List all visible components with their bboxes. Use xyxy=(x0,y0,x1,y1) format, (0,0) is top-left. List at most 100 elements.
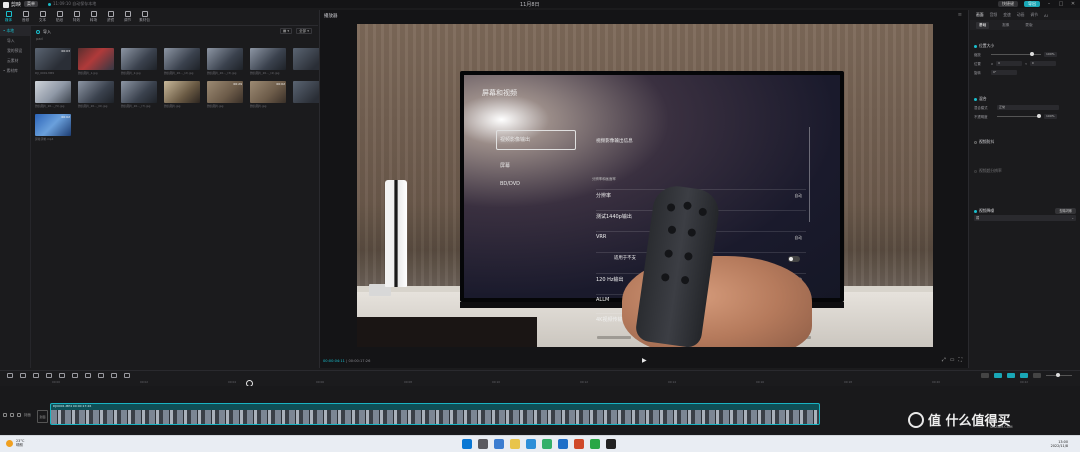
player-menu-icon[interactable]: ≡ xyxy=(958,12,962,18)
file-explorer-icon[interactable] xyxy=(510,439,520,449)
media-clip[interactable]: 00:29 微信图片.jpg xyxy=(207,81,243,108)
properties-subtab[interactable]: 蒙版 xyxy=(1022,22,1035,29)
checkbox-icon[interactable] xyxy=(974,169,977,173)
slider-knob[interactable] xyxy=(1030,52,1035,56)
tab-audio[interactable]: 音频 xyxy=(17,8,34,26)
undo-icon[interactable] xyxy=(20,373,26,378)
capcut-taskbar-icon[interactable] xyxy=(606,439,616,449)
position-y-field[interactable]: 0 xyxy=(1029,61,1056,66)
media-clip[interactable]: 00:02 屏幕录制.mp4 xyxy=(35,114,71,141)
chrome-icon[interactable] xyxy=(542,439,552,449)
section-title[interactable]: 视频超分辨率 xyxy=(970,167,1080,175)
visibility-icon[interactable] xyxy=(10,412,14,417)
link-icon[interactable] xyxy=(994,373,1002,378)
properties-tab[interactable]: 动画 xyxy=(1017,12,1025,18)
filter-dropdown[interactable]: 全部 ▾ xyxy=(296,28,312,34)
media-clip[interactable]: 微信图片_20..._(3).jpg xyxy=(207,48,243,75)
tab-sticker[interactable]: 贴纸 xyxy=(51,8,68,26)
crop-tool-icon[interactable] xyxy=(124,373,130,378)
view-toggle-button[interactable]: ▦ ▾ xyxy=(279,28,293,34)
close-icon[interactable]: ✕ xyxy=(1070,1,1076,7)
media-clip[interactable]: 00:03 DJI_0001.MP4 xyxy=(35,48,71,75)
lock-icon[interactable] xyxy=(3,412,7,417)
wechat-icon[interactable] xyxy=(590,439,600,449)
tab-text[interactable]: 文本 xyxy=(34,8,51,26)
minimize-icon[interactable]: – xyxy=(1046,1,1052,7)
select-tool-icon[interactable] xyxy=(7,373,13,378)
rotate-field[interactable]: 0° xyxy=(991,70,1017,75)
media-clip[interactable]: 微信图片_20..._(6).jpg xyxy=(78,81,114,108)
sidebar-item[interactable]: 云素材 xyxy=(0,56,30,66)
office-icon[interactable] xyxy=(574,439,584,449)
section-title[interactable]: 视频降噪 去除闪烁 xyxy=(970,207,1080,215)
media-clip[interactable]: 微信图片_20..._(4).jpg xyxy=(250,48,286,75)
media-clip[interactable]: 微信图片_1.jpg xyxy=(78,48,114,75)
fullscreen-icon[interactable]: ⛶ xyxy=(958,357,962,363)
import-header[interactable]: 导入 xyxy=(32,26,318,37)
zoom-out-icon[interactable] xyxy=(1033,373,1041,378)
media-clip[interactable]: 微信图片.jpg xyxy=(164,81,200,108)
play-button[interactable]: ▶ xyxy=(642,357,647,364)
tab-media[interactable]: 媒体 xyxy=(0,8,17,26)
zoom-slider[interactable] xyxy=(1046,373,1072,377)
properties-subtab[interactable]: 基础 xyxy=(976,21,990,29)
shortcut-button[interactable]: 快捷键 xyxy=(998,1,1018,7)
reverse-icon[interactable] xyxy=(85,373,91,378)
split-icon[interactable] xyxy=(46,373,52,378)
section-toggle-icon[interactable] xyxy=(974,209,977,213)
properties-tab[interactable]: 调节 xyxy=(1030,12,1038,18)
tab-filter[interactable]: 滤镜 xyxy=(102,8,119,26)
properties-tab[interactable]: 变速 xyxy=(1003,12,1011,18)
crop-icon[interactable]: ⤢ xyxy=(942,357,946,363)
edge-icon[interactable] xyxy=(526,439,536,449)
menu-button[interactable]: 菜单 xyxy=(24,1,38,7)
video-clip[interactable]: DJI0001.MP4 00:00:17:26 xyxy=(50,403,820,425)
media-clip[interactable]: 微信图片_20..._(5).jpg xyxy=(35,81,71,108)
ratio-icon[interactable]: ▭ xyxy=(950,357,955,363)
scale-value[interactable]: 100% xyxy=(1044,52,1057,57)
opacity-slider[interactable] xyxy=(997,114,1041,118)
redo-icon[interactable] xyxy=(33,373,39,378)
blend-mode-select[interactable]: 正常 xyxy=(997,105,1059,110)
cover-button[interactable]: 封面 xyxy=(37,410,48,423)
media-clip[interactable]: 微信图片_20..._(2).jpg xyxy=(164,48,200,75)
tab-transition[interactable]: 转场 xyxy=(85,8,102,26)
denoise-level-select[interactable]: 弱 ⌄ xyxy=(974,215,1076,221)
sidebar-item[interactable]: 我的预设 xyxy=(0,46,30,56)
sidebar-item[interactable]: • 素材库 xyxy=(0,66,30,76)
media-clip[interactable]: 微信图片_20..._(7).jpg xyxy=(121,81,157,108)
section-title[interactable]: 位置大小 xyxy=(970,42,1080,50)
export-button[interactable]: 导出 xyxy=(1024,1,1040,7)
tab-effects[interactable]: 特效 xyxy=(68,8,85,26)
section-title[interactable]: 混合 xyxy=(970,95,1080,103)
search-icon[interactable] xyxy=(478,439,488,449)
weather-widget[interactable]: 23°C 晴朗 xyxy=(6,439,24,447)
delete-icon[interactable] xyxy=(59,373,65,378)
video-preview[interactable]: 屏幕和视频 视频影像输出 屏幕 BD/DVD 视频影像输出信息 分辨率和画面率 … xyxy=(357,24,933,347)
rotate-icon[interactable] xyxy=(111,373,117,378)
opacity-value[interactable]: 100% xyxy=(1044,114,1057,119)
properties-tab[interactable]: AI xyxy=(1044,13,1048,18)
tab-adjust[interactable]: 调节 xyxy=(119,8,136,26)
system-tray-clock[interactable]: 13:00 2022/11/8 xyxy=(1051,440,1068,448)
position-x-field[interactable]: 0 xyxy=(996,61,1023,66)
media-clip[interactable]: 00:02 微信图片.jpg xyxy=(250,81,286,108)
section-toggle-icon[interactable] xyxy=(974,44,977,48)
sidebar-item[interactable]: • 本地 xyxy=(0,26,30,36)
properties-subtab[interactable]: 抠像 xyxy=(999,22,1012,29)
deflicker-button[interactable]: 去除闪烁 xyxy=(1055,208,1076,214)
tab-package[interactable]: 素材包 xyxy=(136,8,153,26)
snap-icon[interactable] xyxy=(1007,373,1015,378)
properties-tab[interactable]: 音频 xyxy=(990,12,998,18)
store-icon[interactable] xyxy=(558,439,568,449)
freeze-icon[interactable] xyxy=(72,373,78,378)
mirror-icon[interactable] xyxy=(98,373,104,378)
sidebar-item[interactable]: 导入 xyxy=(0,36,30,46)
section-toggle-icon[interactable] xyxy=(974,97,977,101)
mic-icon[interactable] xyxy=(981,373,989,378)
media-clip[interactable]: 微信图片_2.jpg xyxy=(121,48,157,75)
slider-knob[interactable] xyxy=(1037,114,1041,118)
task-view-icon[interactable] xyxy=(494,439,504,449)
preview-axis-icon[interactable] xyxy=(1020,373,1028,378)
scale-slider[interactable] xyxy=(991,52,1041,56)
